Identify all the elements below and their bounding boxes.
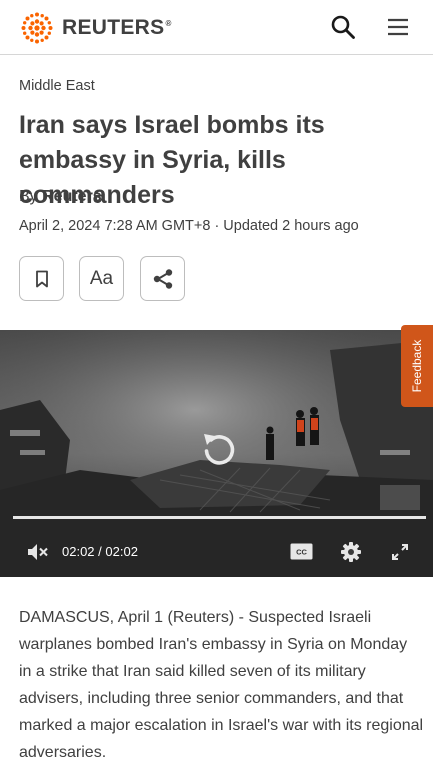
author-link[interactable]: Reuters — [42, 188, 102, 205]
gear-icon[interactable] — [340, 541, 362, 563]
dateline: April 2, 2024 7:28 AM GMT+8 · Updated 2 … — [19, 218, 359, 234]
svg-text:CC: CC — [296, 548, 307, 557]
byline-prefix: By — [19, 188, 38, 205]
time-total: 02:02 — [105, 544, 138, 559]
video-progress-bar[interactable] — [13, 516, 426, 519]
registered-mark: ® — [165, 19, 172, 28]
share-icon — [153, 268, 172, 289]
bookmark-button[interactable] — [19, 256, 64, 301]
brand-name: REUTERS® — [62, 16, 172, 39]
reuters-logo[interactable]: REUTERS® — [18, 9, 172, 47]
byline: By Reuters — [19, 188, 102, 206]
text-size-label: Aa — [89, 267, 114, 289]
feedback-label: Feedback — [410, 339, 424, 393]
video-player[interactable] — [0, 330, 433, 577]
video-time: 02:02 / 02:02 — [62, 544, 138, 559]
time-current: 02:02 — [62, 544, 95, 559]
time-separator: / — [98, 544, 102, 559]
fullscreen-icon[interactable] — [391, 543, 409, 561]
menu-icon[interactable] — [385, 14, 411, 40]
feedback-tab[interactable]: Feedback — [401, 325, 433, 407]
section-link[interactable]: Middle East — [19, 78, 95, 94]
article-body-paragraph: DAMASCUS, April 1 (Reuters) - Suspected … — [19, 609, 424, 761]
reuters-logo-mark — [21, 12, 53, 44]
search-icon[interactable] — [330, 14, 356, 40]
replay-icon[interactable] — [200, 430, 238, 468]
bookmark-icon — [35, 270, 48, 287]
mute-icon[interactable] — [26, 542, 50, 562]
share-button[interactable] — [140, 256, 185, 301]
text-size-button[interactable]: Aa — [79, 256, 124, 301]
captions-icon[interactable]: CC — [290, 543, 313, 560]
site-header: REUTERS® — [0, 0, 433, 55]
